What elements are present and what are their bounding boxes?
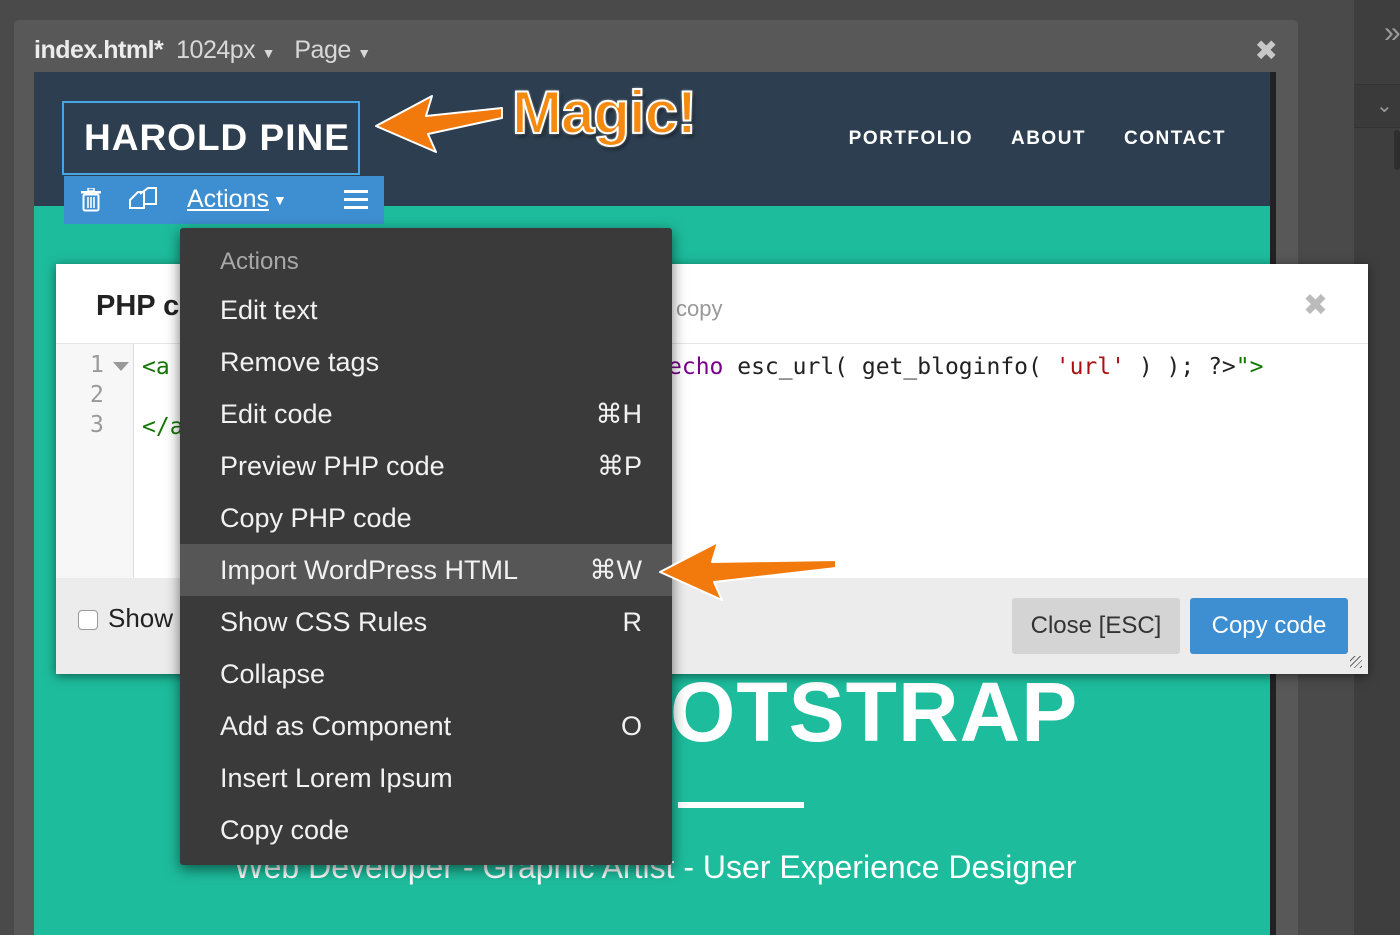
menu-item-label: Import WordPress HTML bbox=[220, 555, 519, 585]
site-nav-links: PORTFOLIO ABOUT CONTACT bbox=[849, 128, 1226, 150]
menu-header-label: Actions bbox=[220, 248, 299, 275]
menu-item-label: Preview PHP code bbox=[220, 451, 445, 481]
hero-divider bbox=[678, 802, 804, 808]
menu-item-add-as-component[interactable]: Add as Component O bbox=[180, 700, 672, 752]
width-selector-label: 1024px bbox=[176, 36, 256, 64]
fold-arrow-icon[interactable] bbox=[113, 362, 129, 371]
code-line-3-start[interactable]: </a bbox=[142, 414, 184, 440]
menu-item-label: Copy code bbox=[220, 815, 350, 845]
element-action-toolbar: Actions ▼ bbox=[64, 176, 384, 224]
brand-text: HAROLD PINE bbox=[84, 117, 350, 158]
copy-code-button[interactable]: Copy code bbox=[1190, 598, 1348, 654]
close-dialog-button[interactable]: Close [ESC] bbox=[1012, 598, 1180, 654]
menu-item-label: Insert Lorem Ipsum bbox=[220, 763, 453, 793]
menu-item-label: Edit text bbox=[220, 295, 318, 325]
menu-item-copy-php-code[interactable]: Copy PHP code bbox=[180, 492, 672, 544]
nav-link-portfolio[interactable]: PORTFOLIO bbox=[849, 128, 973, 150]
dialog-hint-text: copy bbox=[676, 296, 723, 321]
line-number: 2 bbox=[90, 382, 104, 408]
view-selector[interactable]: Page ▼ bbox=[281, 36, 371, 64]
magic-annotation: Magic! bbox=[511, 78, 698, 147]
menu-item-label: Remove tags bbox=[220, 347, 380, 377]
expand-panel-icon[interactable]: » bbox=[1384, 18, 1400, 48]
line-number: 3 bbox=[90, 412, 104, 438]
code-tail: ) ); ?> bbox=[1124, 354, 1236, 380]
code-keyword: echo bbox=[668, 354, 724, 380]
view-selector-label: Page bbox=[294, 36, 351, 64]
trash-icon[interactable] bbox=[80, 188, 102, 212]
code-function: esc_url( get_bloginfo( bbox=[723, 354, 1056, 380]
show-checkbox-label: Show bbox=[108, 603, 174, 633]
panel-tab[interactable]: ⌄ bbox=[1354, 84, 1400, 128]
code-line-1-start[interactable]: <a bbox=[142, 354, 170, 380]
close-window-icon[interactable]: ✖ bbox=[1255, 34, 1278, 67]
menu-item-label: Add as Component bbox=[220, 711, 452, 741]
line-number: 1 bbox=[90, 352, 104, 378]
menu-item-shortcut: ⌘P bbox=[596, 451, 642, 481]
chevron-down-icon: ⌄ bbox=[1376, 95, 1393, 117]
menu-item-shortcut: ⌘H bbox=[595, 399, 643, 429]
menu-item-shortcut: O bbox=[620, 711, 642, 741]
nav-link-contact[interactable]: CONTACT bbox=[1124, 128, 1226, 150]
menu-item-collapse[interactable]: Collapse bbox=[180, 648, 672, 700]
actions-label: Actions bbox=[187, 185, 269, 213]
menu-item-shortcut: R bbox=[622, 607, 643, 637]
show-checkbox[interactable] bbox=[78, 610, 98, 630]
caret-down-icon: ▼ bbox=[261, 45, 276, 61]
menu-item-remove-tags[interactable]: Remove tags bbox=[180, 336, 672, 388]
dialog-title: PHP c bbox=[96, 290, 180, 322]
caret-down-icon: ▼ bbox=[272, 192, 287, 209]
modified-mark: * bbox=[154, 36, 164, 64]
panel-scrollbar[interactable] bbox=[1394, 130, 1400, 170]
menu-item-label: Show CSS Rules bbox=[220, 607, 428, 637]
filename-label: index.html bbox=[34, 36, 155, 64]
menu-item-label: Edit code bbox=[220, 399, 333, 429]
hero-title[interactable]: OTSTRAP bbox=[670, 664, 1078, 761]
menu-item-edit-text[interactable]: Edit text bbox=[180, 284, 672, 336]
width-selector[interactable]: 1024px ▼ bbox=[170, 36, 275, 64]
menu-header: Actions bbox=[180, 234, 672, 286]
actions-context-menu: Actions Edit text Remove tags Edit code ⌘… bbox=[180, 228, 672, 865]
menu-item-show-css-rules[interactable]: Show CSS Rules R bbox=[180, 596, 672, 648]
window-title-bar: index.html* 1024px ▼ Page ▼ bbox=[34, 36, 371, 65]
menu-item-label: Copy PHP code bbox=[220, 503, 412, 533]
selected-brand-element[interactable]: HAROLD PINE bbox=[62, 101, 360, 175]
code-string: 'url' bbox=[1055, 354, 1125, 380]
dialog-close-icon[interactable]: ✖ bbox=[1303, 288, 1328, 323]
menu-item-shortcut: ⌘W bbox=[589, 555, 642, 585]
actions-dropdown-button[interactable]: Actions ▼ bbox=[187, 185, 287, 214]
resize-handle-icon[interactable] bbox=[1350, 656, 1362, 668]
nav-link-about[interactable]: ABOUT bbox=[1011, 128, 1086, 150]
hamburger-menu-icon[interactable] bbox=[344, 190, 368, 210]
annotation-arrow-icon bbox=[375, 95, 503, 153]
annotation-arrow-icon bbox=[659, 541, 837, 601]
menu-item-import-wordpress-html[interactable]: Import WordPress HTML ⌘W bbox=[180, 544, 672, 596]
menu-item-preview-php-code[interactable]: Preview PHP code ⌘P bbox=[180, 440, 672, 492]
duplicate-icon[interactable] bbox=[128, 186, 158, 214]
menu-item-label: Collapse bbox=[220, 659, 326, 689]
code-tag-close: "> bbox=[1235, 354, 1264, 380]
code-line-1-end[interactable]: echo esc_url( get_bloginfo( 'url' ) ); ?… bbox=[668, 354, 1263, 380]
code-gutter bbox=[56, 344, 134, 578]
caret-down-icon: ▼ bbox=[357, 45, 371, 61]
menu-item-edit-code[interactable]: Edit code ⌘H bbox=[180, 388, 672, 440]
menu-item-copy-code[interactable]: Copy code bbox=[180, 804, 672, 856]
menu-item-insert-lorem-ipsum[interactable]: Insert Lorem Ipsum bbox=[180, 752, 672, 804]
